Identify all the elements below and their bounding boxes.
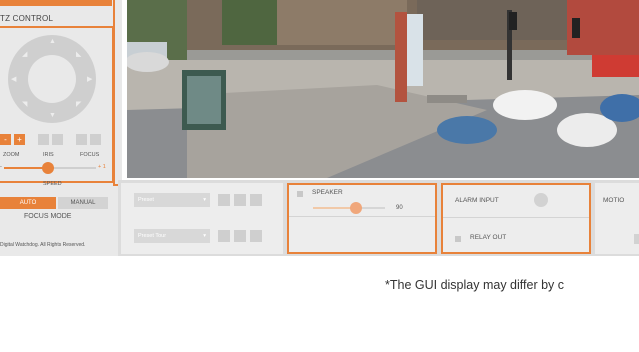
preset-tour-dropdown[interactable]: Preset Tour ▾: [134, 229, 210, 243]
preset-tour-dropdown-label: Preset Tour: [138, 233, 167, 239]
full-screen-button[interactable]: [0, 0, 112, 6]
arrow-left-icon[interactable]: ◀: [11, 75, 16, 83]
speed-slider-thumb[interactable]: [42, 162, 54, 174]
speaker-highlight-frame: [287, 183, 437, 254]
preset-tour-action-button-1[interactable]: [218, 230, 230, 242]
iris-plus-button[interactable]: [52, 134, 63, 145]
gui-disclaimer-footnote: *The GUI display may differ by c: [385, 278, 565, 292]
ptz-control-title: TZ CONTROL: [0, 14, 54, 23]
alarm-highlight-frame: [441, 183, 591, 254]
motion-section: [595, 183, 639, 254]
chevron-down-icon: ▾: [203, 233, 206, 239]
speaker-volume-thumb[interactable]: [350, 202, 362, 214]
speaker-label: SPEAKER: [312, 189, 343, 196]
motion-label: MOTIO: [603, 197, 625, 204]
motion-control-partial[interactable]: [634, 234, 639, 244]
focus-mode-label: FOCUS MODE: [24, 213, 72, 220]
arrow-down-icon[interactable]: ▼: [49, 112, 56, 119]
preset-dropdown[interactable]: Preset ▾: [134, 193, 210, 207]
relay-out-checkbox[interactable]: [455, 236, 461, 242]
arrow-up-icon[interactable]: ▲: [49, 38, 56, 45]
preset-tour-action-button-2[interactable]: [234, 230, 246, 242]
preset-dropdown-label: Preset: [138, 197, 154, 203]
focus-manual-button[interactable]: MANUAL: [58, 197, 108, 209]
speed-plus-label: + 1: [98, 164, 106, 170]
speed-label: SPEED: [43, 181, 62, 187]
arrow-down-left-icon[interactable]: ◥: [22, 100, 27, 108]
arrow-up-left-icon[interactable]: ◢: [22, 50, 27, 58]
zoom-plus-button[interactable]: +: [14, 134, 25, 145]
video-highlight-frame: [113, 0, 639, 186]
zoom-minus-button[interactable]: -: [0, 134, 11, 145]
focus-label: FOCUS: [80, 152, 100, 158]
focus-auto-button[interactable]: AUTO: [0, 197, 56, 209]
iris-label: IRIS: [43, 152, 54, 158]
iris-minus-button[interactable]: [38, 134, 49, 145]
alarm-input-indicator: [534, 193, 548, 207]
speaker-volume-value: 90: [396, 205, 403, 211]
arrow-up-right-icon[interactable]: ◣: [76, 50, 81, 58]
preset-action-button-2[interactable]: [234, 194, 246, 206]
preset-action-button-3[interactable]: [250, 194, 262, 206]
speaker-checkbox[interactable]: [297, 191, 303, 197]
arrow-right-icon[interactable]: ▶: [87, 75, 92, 83]
preset-action-button-1[interactable]: [218, 194, 230, 206]
speed-minus-label: -: [0, 164, 2, 170]
arrow-down-right-icon[interactable]: ◤: [76, 100, 81, 108]
relay-out-label: RELAY OUT: [470, 234, 507, 241]
focus-plus-button[interactable]: [90, 134, 101, 145]
zoom-label: ZOOM: [3, 152, 20, 158]
ptz-joystick-center[interactable]: [28, 55, 76, 103]
chevron-down-icon: ▾: [203, 197, 206, 203]
copyright-text: Digital Watchdog. All Rights Reserved.: [0, 242, 86, 248]
focus-minus-button[interactable]: [76, 134, 87, 145]
alarm-input-label: ALARM INPUT: [455, 197, 499, 204]
preset-tour-action-button-3[interactable]: [250, 230, 262, 242]
